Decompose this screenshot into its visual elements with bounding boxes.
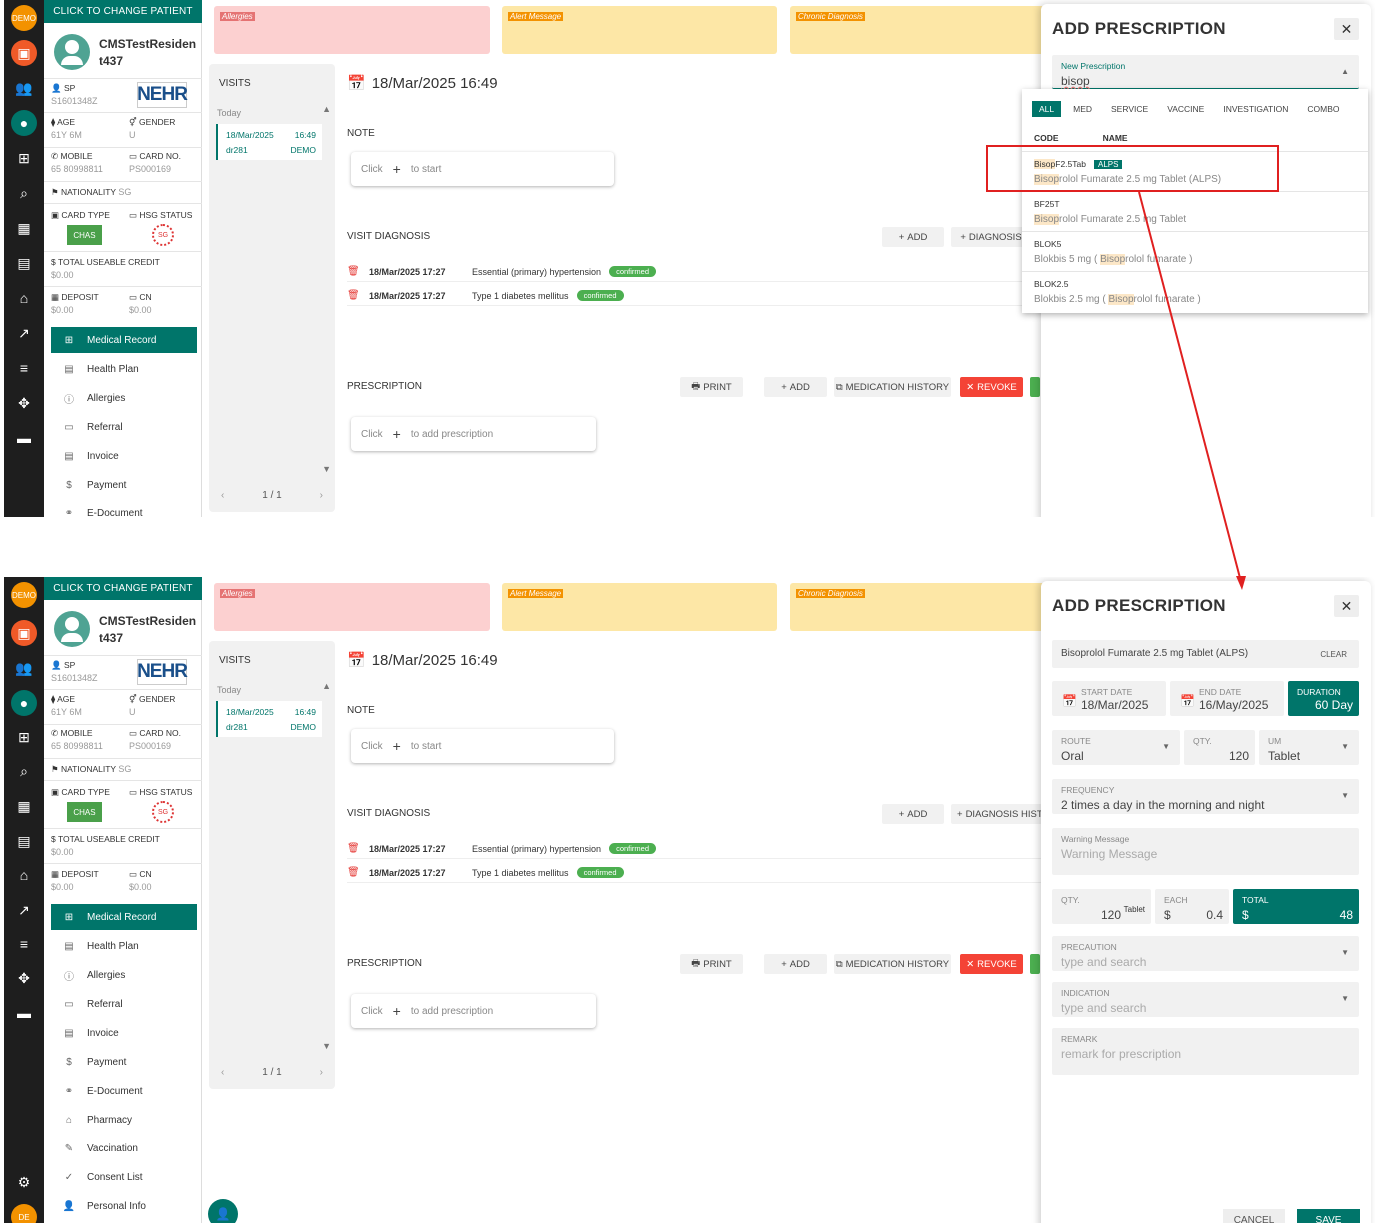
annotation-arrow xyxy=(1138,191,1246,590)
